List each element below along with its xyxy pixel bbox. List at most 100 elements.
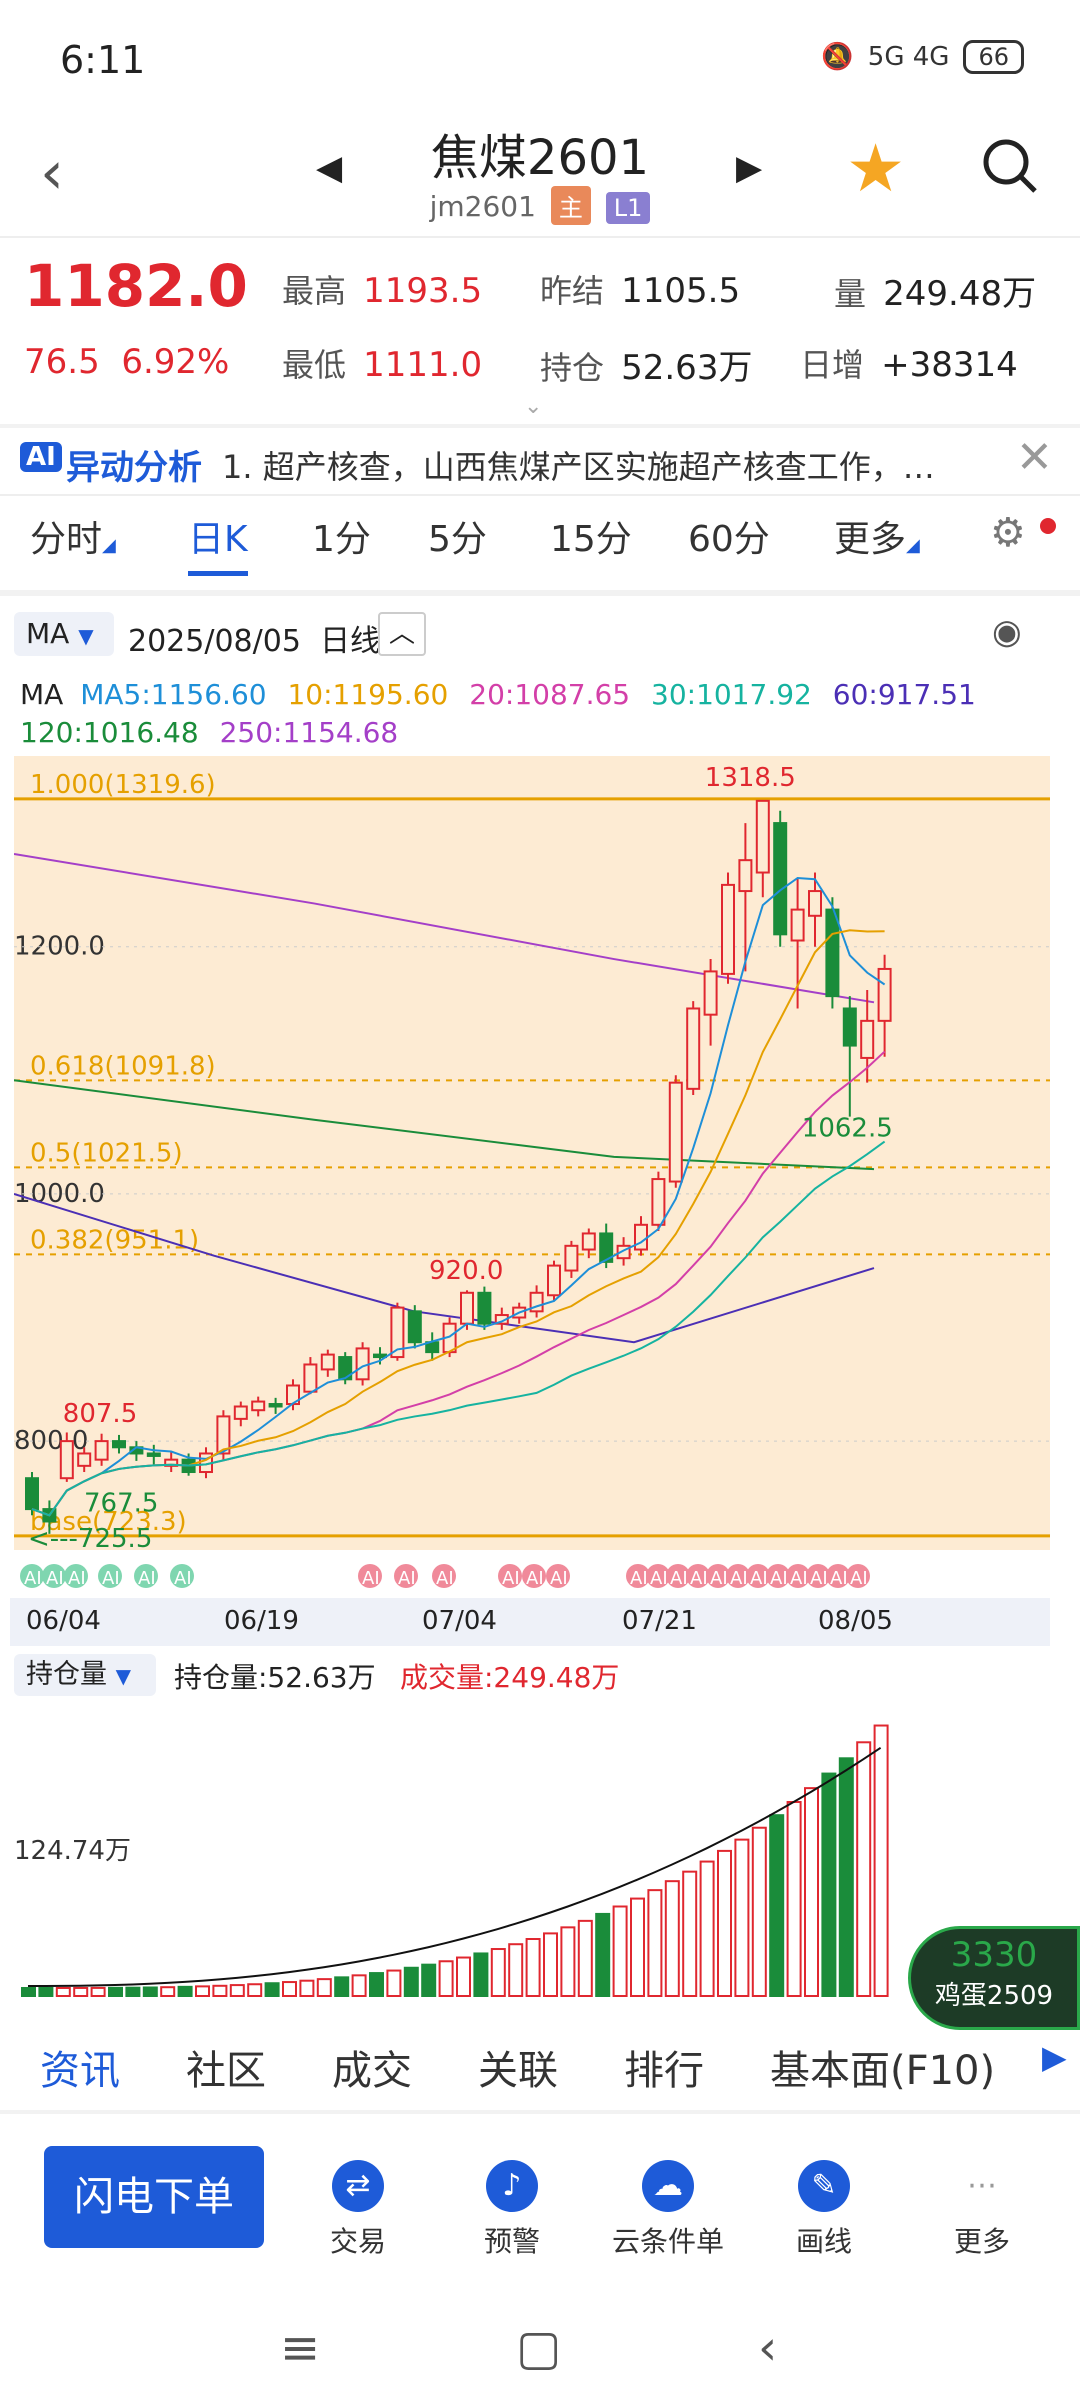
volume-stat: 量 249.48万: [834, 266, 1036, 315]
tab-related[interactable]: 关联: [478, 2038, 558, 2096]
tab-daily-k[interactable]: 日K: [188, 510, 248, 576]
ai-marker-text: AI: [670, 1568, 688, 1589]
fib-label: 0.5(1021.5): [30, 1138, 183, 1168]
cloud-order-button[interactable]: ☁ 云条件单: [598, 2160, 738, 2260]
close-icon[interactable]: ✕: [1016, 432, 1053, 483]
collapse-chevron-icon[interactable]: ︿: [378, 612, 426, 656]
ai-analysis-bar[interactable]: AI 异动分析 1. 超产核查，山西焦煤产区实施超产核查工作，… ✕: [0, 428, 1080, 494]
candle-body: [651, 1178, 666, 1226]
ai-marker-text: AI: [138, 1568, 156, 1589]
trade-button[interactable]: ⇄ 交易: [288, 2160, 428, 2260]
volume-bar: [508, 1943, 524, 1997]
indicator-select[interactable]: MA ▼: [14, 612, 114, 656]
volume-bar: [595, 1912, 611, 1997]
volume-bar: [751, 1826, 767, 1997]
indicator-select-label: MA: [26, 617, 70, 650]
menu-nav-icon[interactable]: ≡: [280, 2320, 320, 2376]
volume-bar: [73, 1986, 89, 1997]
kline-svg: 1.000(1319.6) 0.618(1091.8) 0.5(1021.5) 0.3…: [13, 763, 1050, 1554]
scroll-right-icon[interactable]: ▶: [1042, 2038, 1067, 2076]
y-axis-label: 1200.0: [14, 932, 105, 962]
flash-order-button[interactable]: 闪电下单: [44, 2146, 264, 2248]
alert-label: 预警: [483, 2225, 540, 2258]
open-interest-stat: 持仓 52.63万: [540, 340, 752, 389]
ai-marker-text: AI: [710, 1568, 728, 1589]
volume-bar: [612, 1905, 628, 1997]
tab-ranking[interactable]: 排行: [624, 2038, 704, 2096]
back-nav-icon[interactable]: ‹: [758, 2320, 777, 2376]
volume-bar: [282, 1981, 297, 1998]
expand-chevron-icon[interactable]: ⌄: [524, 394, 542, 419]
candle-body: [303, 1363, 318, 1393]
next-contract-icon[interactable]: ▶: [736, 148, 762, 188]
ai-marker-text: AI: [24, 1568, 42, 1589]
bottom-tabs: 资讯 社区 成交 关联 排行 基本面(F10) ▶: [0, 2018, 1080, 2108]
volume-bar: [473, 1952, 489, 1998]
draw-line-button[interactable]: ✎ 画线: [754, 2160, 894, 2260]
header-divider: [0, 236, 1080, 238]
tab-more-dropdown-icon: ◢: [906, 535, 920, 556]
volume-bar: [699, 1860, 715, 1997]
ai-marker-text: AI: [398, 1568, 416, 1589]
eye-icon[interactable]: ◉: [992, 612, 1022, 652]
candle-body: [634, 1223, 648, 1251]
ai-marker-text: AI: [68, 1568, 86, 1589]
contract-code-text: jm2601: [429, 190, 536, 223]
kline-chart[interactable]: 1.000(1319.6) 0.618(1091.8) 0.5(1021.5) 0.3…: [13, 756, 1050, 1554]
candle-body: [112, 1440, 126, 1449]
oi-label: 持仓量:52.63万: [174, 1661, 376, 1694]
volume-axis-label: 124.74万: [14, 1836, 131, 1866]
volume-bar: [456, 1956, 471, 1997]
high-label: 最高: [282, 272, 347, 310]
ai-icon: AI: [20, 442, 62, 472]
more-button[interactable]: ⋯ 更多: [912, 2160, 1052, 2260]
tab-1min[interactable]: 1分: [312, 510, 371, 562]
volume-chart[interactable]: 124.74万: [10, 1700, 1050, 2000]
tab-15min[interactable]: 15分: [550, 510, 632, 562]
ma60-value: 60:917.51: [832, 678, 976, 711]
home-nav-icon[interactable]: ▢: [516, 2320, 561, 2376]
candle-body: [146, 1452, 161, 1457]
volume-bar: [525, 1938, 541, 1997]
cloud-icon: ☁: [642, 2160, 694, 2212]
tab-60min[interactable]: 60分: [688, 510, 770, 562]
cloud-label: 云条件单: [611, 2225, 724, 2258]
gear-icon[interactable]: ⚙: [990, 510, 1026, 556]
alert-button[interactable]: ♪ 预警: [442, 2160, 582, 2260]
ai-marker-text: AI: [790, 1568, 808, 1589]
tab-fundamentals[interactable]: 基本面(F10): [770, 2038, 995, 2096]
ai-marker-text: AI: [730, 1568, 748, 1589]
volume-bar: [769, 1814, 785, 1997]
tab-time-share[interactable]: 分时◢: [30, 510, 116, 562]
floating-quote-widget[interactable]: 3330 鸡蛋2509: [908, 1926, 1080, 2030]
ai-text: 1. 超产核查，山西焦煤产区实施超产核查工作，…: [222, 448, 935, 486]
high-stat: 最高 1193.5: [282, 266, 482, 312]
daily-increase-value: +38314: [881, 345, 1018, 385]
volume-bar: [195, 1985, 210, 1998]
volume-bar: [786, 1801, 802, 1997]
tab-more[interactable]: 更多◢: [834, 510, 920, 562]
date-label: 07/04: [422, 1606, 497, 1636]
candle-body: [94, 1440, 109, 1461]
period-tabs: 分时◢ 日K 1分 5分 15分 60分 更多◢ ⚙: [0, 510, 1080, 580]
tab-news[interactable]: 资讯: [40, 2038, 120, 2096]
volume-bar: [229, 1984, 245, 1997]
tab-community[interactable]: 社区: [186, 2038, 266, 2096]
tabs-divider: [0, 590, 1080, 596]
favorite-star-icon[interactable]: ★: [846, 130, 905, 207]
search-icon[interactable]: [980, 136, 1037, 193]
trade-label: 交易: [329, 2225, 386, 2258]
volume-label: 量: [834, 275, 867, 313]
date-label: 06/19: [224, 1606, 299, 1636]
low-annotation: <---725.5: [28, 1524, 152, 1550]
candle-body: [268, 1403, 283, 1408]
page-title: 焦煤2601: [430, 130, 650, 186]
volume-bar: [821, 1772, 837, 1997]
date-label: 06/04: [26, 1606, 101, 1636]
candle-body: [547, 1264, 561, 1297]
y-axis-label: 800.0: [14, 1426, 88, 1456]
volume-bar: [717, 1849, 732, 1997]
volume-indicator-select[interactable]: 持仓量 ▼: [14, 1654, 156, 1696]
tab-5min[interactable]: 5分: [428, 510, 487, 562]
tab-trades[interactable]: 成交: [332, 2038, 412, 2096]
